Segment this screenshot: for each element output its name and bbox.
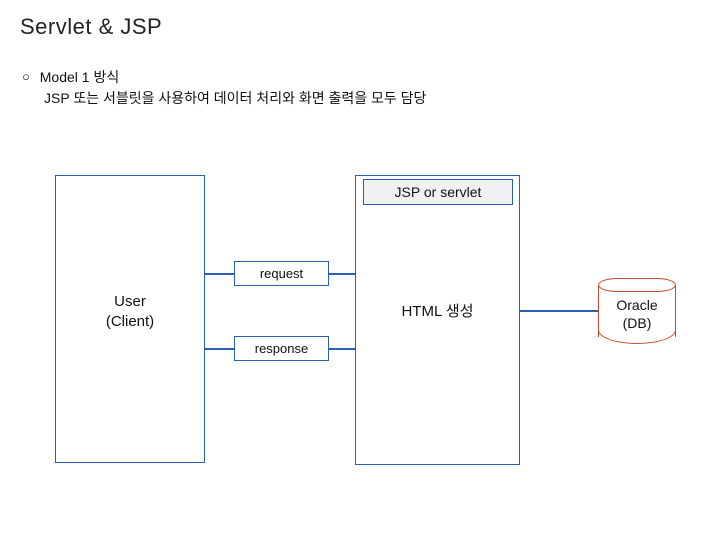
html-generate-label: HTML 생성 xyxy=(355,300,520,321)
connector-db xyxy=(520,310,598,312)
bullet-marker: ○ xyxy=(22,67,30,88)
connector-response-right xyxy=(329,348,355,350)
bullet-description: JSP 또는 서블릿을 사용하여 데이터 처리와 화면 출력을 모두 담당 xyxy=(44,88,426,108)
connector-response-left xyxy=(205,348,234,350)
jsp-servlet-header: JSP or servlet xyxy=(363,179,513,205)
bullet-line: ○ Model 1 방식 xyxy=(22,66,119,88)
response-label-box: response xyxy=(234,336,329,361)
request-label-box: request xyxy=(234,261,329,286)
database-label: Oracle (DB) xyxy=(598,296,676,332)
db-label-line1: Oracle xyxy=(598,296,676,314)
user-label-line2: (Client) xyxy=(55,312,205,332)
connector-request-left xyxy=(205,273,234,275)
user-client-label: User (Client) xyxy=(55,292,205,333)
db-label-line2: (DB) xyxy=(598,314,676,332)
connector-request-right xyxy=(329,273,355,275)
user-label-line1: User xyxy=(55,292,205,312)
page-title: Servlet & JSP xyxy=(20,14,162,40)
bullet-label: Model 1 방식 xyxy=(40,69,119,85)
